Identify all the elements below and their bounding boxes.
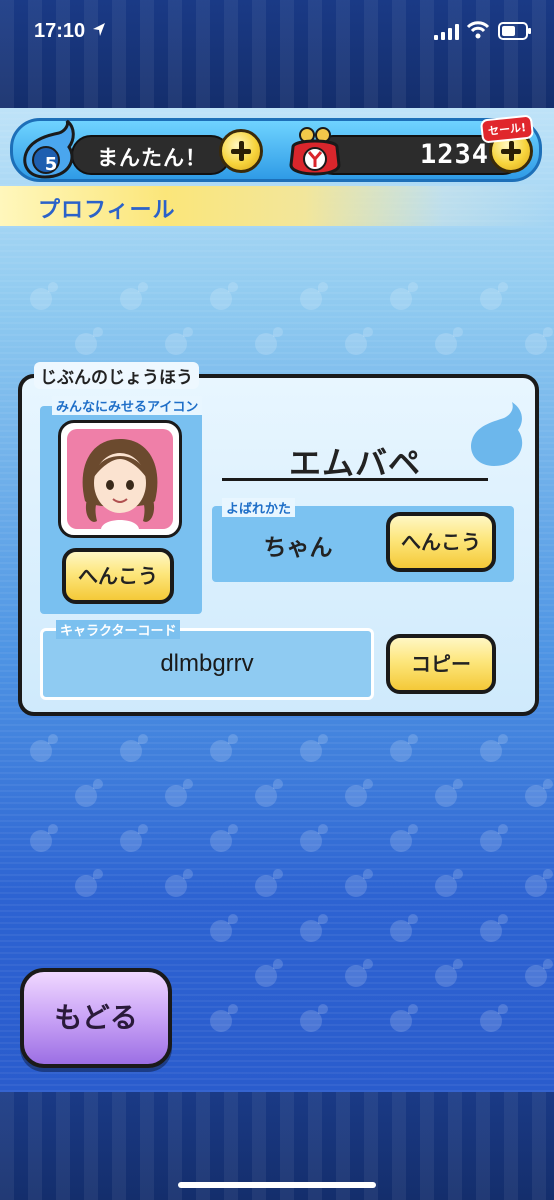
profile-section-title: じぶんのじょうほう — [34, 362, 199, 389]
avatar — [67, 429, 173, 529]
change-callname-button[interactable]: へんこう — [386, 512, 496, 572]
location-arrow-icon — [93, 23, 105, 36]
character-code-label: キャラクターコード — [56, 620, 181, 639]
purse-icon — [289, 127, 341, 176]
status-time: 17:10 — [34, 20, 86, 42]
copy-button[interactable]: コピー — [386, 634, 496, 694]
girl-avatar-icon — [82, 439, 158, 529]
change-icon-button[interactable]: へんこう — [62, 548, 174, 604]
wifi-icon — [466, 21, 490, 39]
stamina-label: まんたん！ — [97, 146, 207, 170]
cellular-signal-icon — [434, 24, 459, 40]
callname-label: よばれかた — [222, 498, 296, 517]
name-underline — [222, 478, 488, 481]
page-title: プロフィール — [38, 198, 176, 223]
currency-bar: 5 まんたん！ 1234 セール! — [10, 114, 542, 182]
section-header: プロフィール — [0, 186, 554, 226]
status-bar: 17:10 — [0, 0, 554, 64]
icon-panel-label: みんなにみせるアイコン — [52, 396, 203, 415]
back-button[interactable]: もどる — [20, 968, 172, 1068]
home-indicator[interactable] — [178, 1182, 376, 1188]
money-value: 1234 — [419, 139, 489, 170]
game-screen: 5 まんたん！ 1234 セール! プロフィール じぶんのじょうほう みんなにみ… — [0, 108, 554, 1092]
character-code-value: dlmbgrrv — [160, 650, 254, 677]
drop-mascot-icon — [470, 402, 523, 466]
battery-icon — [498, 22, 531, 40]
stamina-count: 5 — [44, 154, 58, 175]
callname-value: ちゃん — [263, 535, 333, 561]
add-stamina-button[interactable] — [219, 129, 263, 173]
